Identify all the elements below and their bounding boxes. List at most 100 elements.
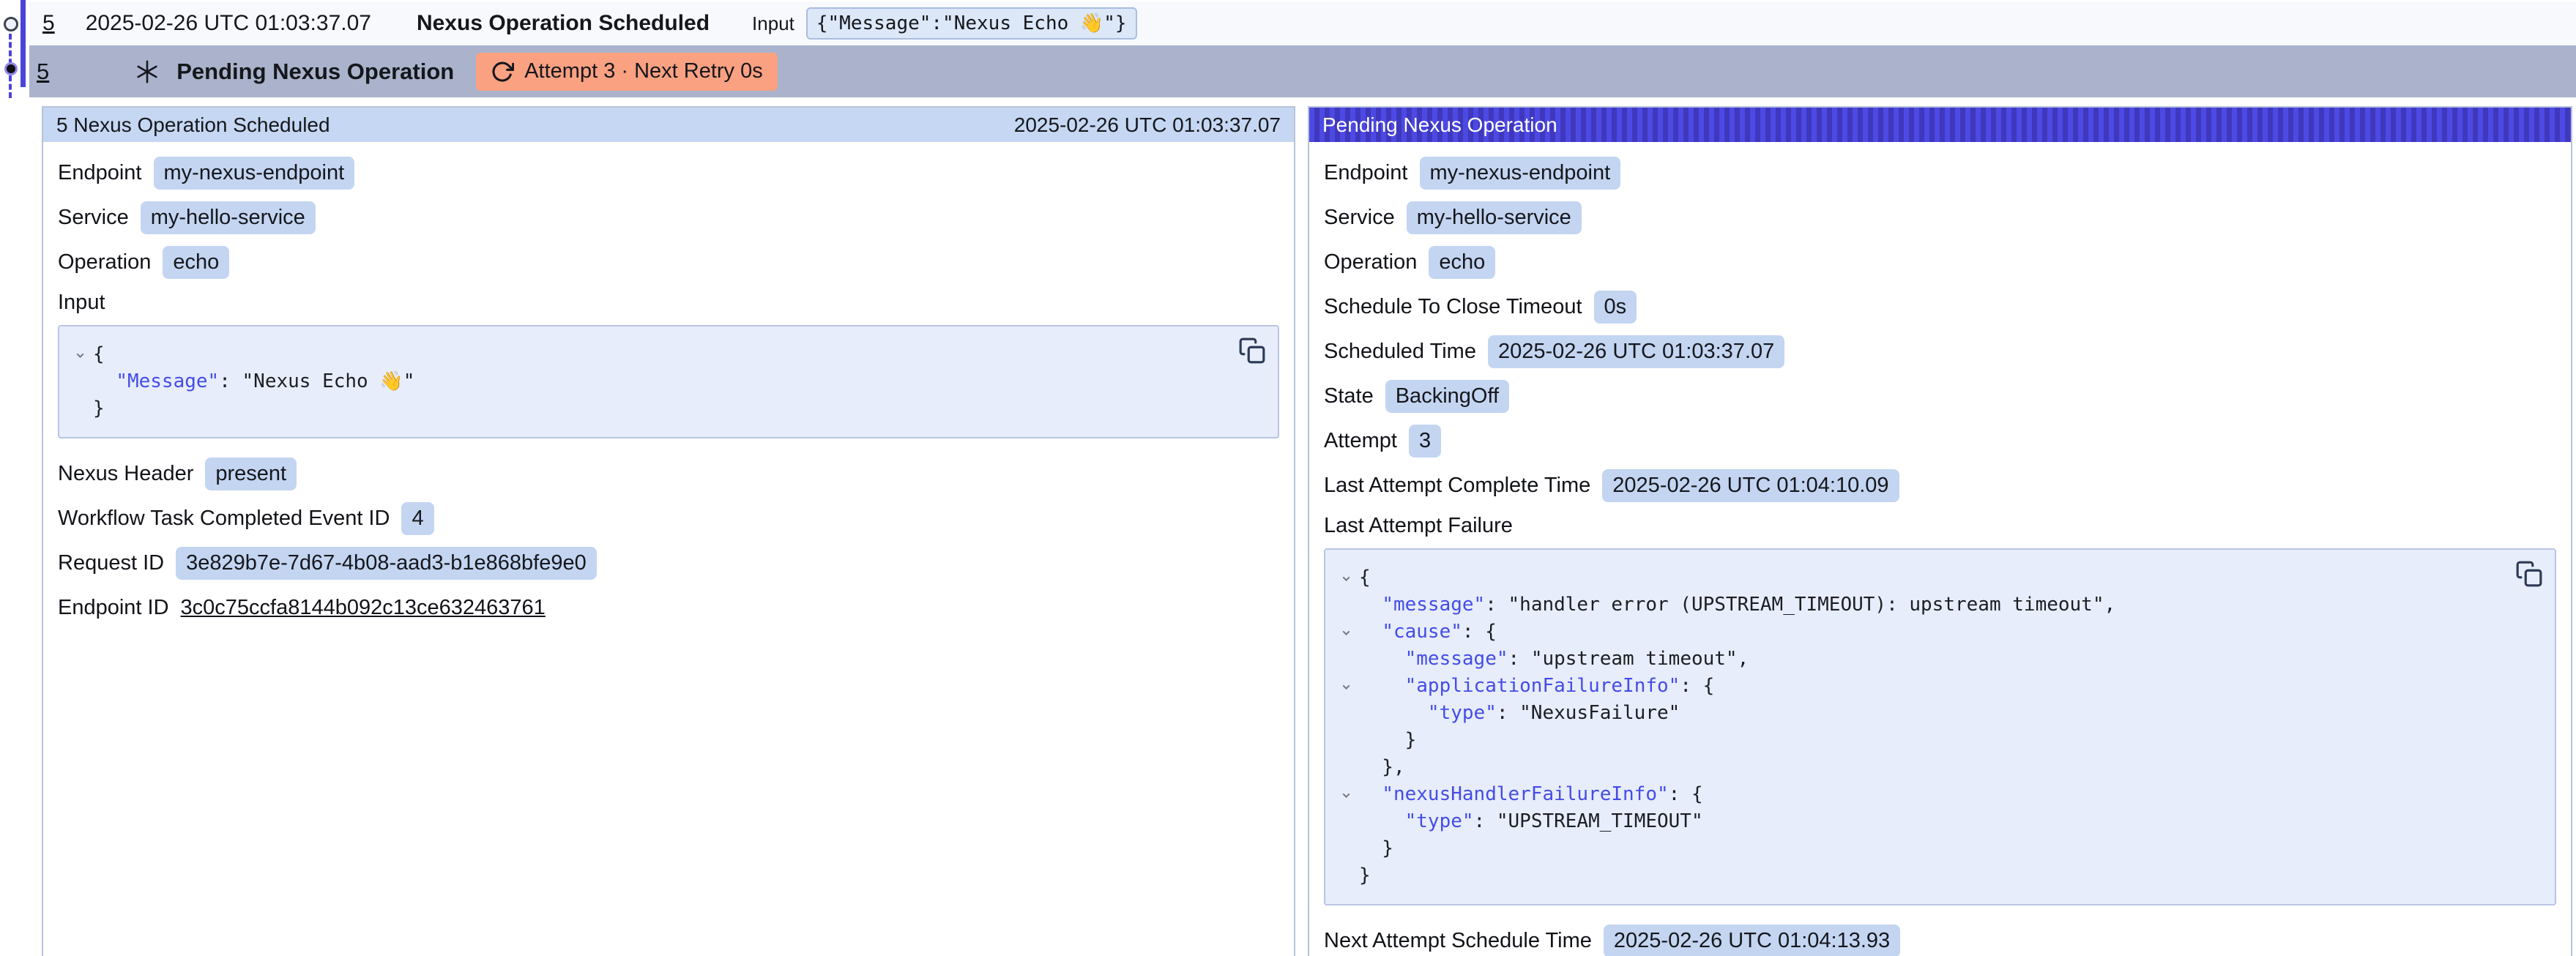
failure-json-viewer: { "message": "handler error (UPSTREAM_TI… bbox=[1324, 548, 2556, 905]
event-title: Nexus Operation Scheduled bbox=[417, 11, 710, 36]
field-request-id: Request ID 3e829b7e-7d67-4b08-aad3-b1e86… bbox=[58, 547, 1279, 579]
field-value-badge: 3e829b7e-7d67-4b08-aad3-b1e868bfe9e0 bbox=[176, 547, 597, 580]
input-json-code: { "Message": "Nexus Echo 👋"} bbox=[67, 341, 1263, 422]
collapse-chevron-icon[interactable] bbox=[1333, 619, 1359, 646]
json-line: "Message": "Nexus Echo 👋" bbox=[93, 368, 414, 395]
field-label: Endpoint bbox=[1324, 161, 1408, 185]
pending-operation-row[interactable]: 5 Pending Nexus Operation Attempt 3 · Ne… bbox=[29, 45, 2576, 97]
gutter-spacer bbox=[1333, 835, 1359, 862]
json-line: "nexusHandlerFailureInfo": { bbox=[1359, 781, 1703, 808]
field-label: Endpoint bbox=[58, 161, 142, 185]
json-line: }, bbox=[1359, 754, 1405, 781]
event-input-label: Input bbox=[752, 12, 794, 35]
timeline-node-filled-icon bbox=[4, 62, 18, 75]
field-value-badge: my-hello-service bbox=[141, 201, 316, 234]
field-value-badge: 0s bbox=[1594, 291, 1637, 324]
gutter-spacer bbox=[1333, 754, 1359, 781]
field-label: Service bbox=[1324, 206, 1395, 230]
gutter-spacer bbox=[1333, 862, 1359, 889]
field-value-badge: present bbox=[205, 458, 297, 490]
event-timestamp: 2025-02-26 UTC 01:03:37.07 bbox=[86, 11, 371, 36]
collapse-chevron-icon[interactable] bbox=[1333, 673, 1359, 700]
gutter-spacer bbox=[1333, 727, 1359, 754]
event-panel-header: 5 Nexus Operation Scheduled 2025-02-26 U… bbox=[43, 108, 1294, 142]
field-endpoint: Endpoint my-nexus-endpoint bbox=[1324, 157, 2556, 189]
json-line: "type": "NexusFailure" bbox=[1359, 700, 1680, 727]
gutter-spacer bbox=[1333, 591, 1359, 619]
json-line: "message": "handler error (UPSTREAM_TIME… bbox=[1359, 591, 2115, 619]
field-label: Workflow Task Completed Event ID bbox=[58, 507, 390, 531]
gutter-spacer bbox=[1333, 700, 1359, 727]
timeline-accent-bar bbox=[21, 0, 26, 87]
gutter-spacer bbox=[1333, 646, 1359, 673]
field-value-badge: my-nexus-endpoint bbox=[154, 157, 355, 190]
field-value-badge: BackingOff bbox=[1385, 380, 1509, 413]
field-value-badge: 2025-02-26 UTC 01:04:13.93 bbox=[1604, 925, 1900, 956]
field-value-badge: my-hello-service bbox=[1407, 201, 1582, 234]
field-label: State bbox=[1324, 384, 1374, 408]
field-label: Schedule To Close Timeout bbox=[1324, 295, 1582, 319]
retry-badge-text: Attempt 3 · Next Retry 0s bbox=[524, 59, 763, 83]
retry-icon bbox=[491, 60, 514, 83]
field-label: Nexus Header bbox=[58, 462, 193, 486]
field-endpoint-id: Endpoint ID 3c0c75ccfa8144b092c13ce63246… bbox=[58, 591, 1279, 624]
field-nexus-header: Nexus Header present bbox=[58, 458, 1279, 490]
field-label: Service bbox=[58, 206, 129, 230]
field-scheduled-time: Scheduled Time 2025-02-26 UTC 01:03:37.0… bbox=[1324, 335, 2556, 367]
timeline-node-open-icon bbox=[4, 17, 18, 31]
json-line: "applicationFailureInfo": { bbox=[1359, 673, 1714, 700]
copy-button[interactable] bbox=[1238, 337, 1266, 365]
collapse-chevron-icon[interactable] bbox=[1333, 781, 1359, 808]
field-label: Attempt bbox=[1324, 429, 1397, 453]
field-value-badge: 4 bbox=[401, 502, 433, 535]
copy-icon bbox=[2515, 560, 2543, 588]
input-section-label: Input bbox=[58, 291, 1279, 315]
field-operation: Operation echo bbox=[1324, 246, 2556, 278]
field-label: Endpoint ID bbox=[58, 596, 169, 620]
pending-panel-title: Pending Nexus Operation bbox=[1322, 113, 1557, 137]
json-line: { bbox=[1359, 564, 1371, 591]
json-line: } bbox=[1359, 862, 1371, 889]
collapse-chevron-icon[interactable] bbox=[1333, 564, 1359, 591]
field-value-badge: 3 bbox=[1409, 425, 1441, 458]
pending-panel-body: Endpoint my-nexus-endpoint Service my-he… bbox=[1309, 142, 2571, 956]
gutter-spacer bbox=[1333, 808, 1359, 835]
last-attempt-failure-label: Last Attempt Failure bbox=[1324, 514, 2556, 538]
field-value-badge: 2025-02-26 UTC 01:04:10.09 bbox=[1602, 469, 1899, 502]
pending-title: Pending Nexus Operation bbox=[176, 59, 454, 85]
field-next-attempt-schedule-time: Next Attempt Schedule Time 2025-02-26 UT… bbox=[1324, 925, 2556, 956]
copy-button[interactable] bbox=[2515, 560, 2543, 588]
gutter-spacer bbox=[67, 395, 93, 422]
pending-operation-panel: Pending Nexus Operation Endpoint my-nexu… bbox=[1308, 106, 2572, 956]
field-state: State BackingOff bbox=[1324, 380, 2556, 412]
failure-json-code: { "message": "handler error (UPSTREAM_TI… bbox=[1333, 564, 2540, 889]
pending-asterisk-icon bbox=[134, 59, 160, 85]
gutter-spacer bbox=[67, 368, 93, 395]
copy-icon bbox=[1238, 337, 1266, 365]
field-workflow-task-completed-event-id: Workflow Task Completed Event ID 4 bbox=[58, 502, 1279, 534]
event-id-link[interactable]: 5 bbox=[42, 11, 55, 36]
pending-id-link[interactable]: 5 bbox=[37, 59, 49, 85]
field-last-attempt-complete-time: Last Attempt Complete Time 2025-02-26 UT… bbox=[1324, 469, 2556, 501]
field-schedule-to-close-timeout: Schedule To Close Timeout 0s bbox=[1324, 291, 2556, 323]
event-row-nexus-operation-scheduled[interactable]: 5 2025-02-26 UTC 01:03:37.07 Nexus Opera… bbox=[29, 1, 2576, 45]
field-value-badge: echo bbox=[1429, 246, 1495, 279]
field-label: Next Attempt Schedule Time bbox=[1324, 929, 1592, 953]
json-line: } bbox=[93, 395, 105, 422]
workflow-history-screen: 5 2025-02-26 UTC 01:03:37.07 Nexus Opera… bbox=[0, 0, 2576, 956]
endpoint-id-link[interactable]: 3c0c75ccfa8144b092c13ce632463761 bbox=[181, 596, 546, 620]
field-service: Service my-hello-service bbox=[1324, 201, 2556, 234]
event-panel-body: Endpoint my-nexus-endpoint Service my-he… bbox=[43, 142, 1294, 651]
json-line: "message": "upstream timeout", bbox=[1359, 646, 1749, 673]
field-attempt: Attempt 3 bbox=[1324, 425, 2556, 457]
field-label: Operation bbox=[58, 250, 151, 275]
field-operation: Operation echo bbox=[58, 246, 1279, 278]
event-details-panel: 5 Nexus Operation Scheduled 2025-02-26 U… bbox=[42, 106, 1295, 956]
json-line: } bbox=[1359, 727, 1416, 754]
field-value-badge: my-nexus-endpoint bbox=[1420, 157, 1621, 190]
json-line: } bbox=[1359, 835, 1393, 862]
pending-panel-header: Pending Nexus Operation bbox=[1309, 108, 2571, 142]
field-label: Last Attempt Complete Time bbox=[1324, 474, 1590, 498]
retry-status-badge: Attempt 3 · Next Retry 0s bbox=[476, 53, 778, 91]
collapse-chevron-icon[interactable] bbox=[67, 341, 93, 368]
